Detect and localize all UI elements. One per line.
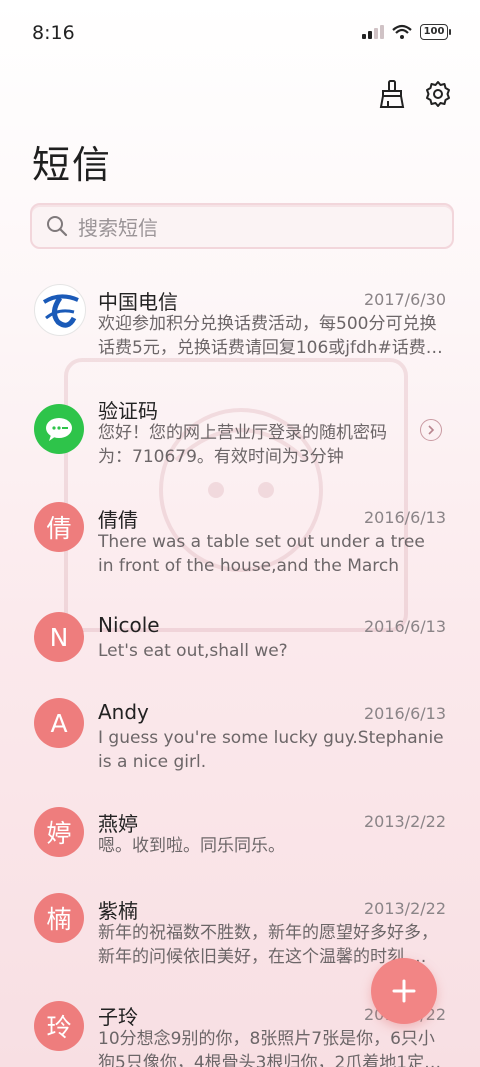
message-date: 2017/6/30 (363, 290, 446, 309)
sender-name: Nicole (98, 613, 160, 637)
avatar: 婷 (34, 807, 84, 857)
avatar: A (34, 698, 84, 748)
avatar: 倩 (34, 502, 84, 552)
message-preview: Let's eat out,shall we? (98, 641, 288, 661)
message-preview: 嗯。收到啦。同乐同乐。 (98, 836, 285, 856)
gear-icon[interactable] (422, 78, 454, 110)
search-input[interactable]: 搜索短信 (30, 203, 454, 249)
sender-name: 紫楠 (98, 899, 138, 923)
page-title: 短信 (32, 143, 113, 187)
message-preview: I guess you're some lucky guy.Stephanie … (98, 728, 444, 772)
sender-name: 验证码 (98, 399, 158, 423)
sender-name: 倩倩 (98, 508, 138, 532)
status-icons: 100 (362, 24, 451, 40)
top-actions (376, 78, 454, 110)
search-icon (47, 216, 68, 237)
plus-icon (392, 979, 416, 1003)
signal-icon (362, 25, 384, 39)
list-item[interactable]: 倩 倩倩 2016/6/13 There was a table set out… (0, 502, 480, 592)
message-preview: 欢迎参加积分兑换话费活动，每500分可兑换话费5元，兑换话费请回复106或jfd… (98, 314, 443, 358)
broom-icon[interactable] (376, 78, 408, 110)
message-date: 2013/2/22 (363, 812, 446, 831)
battery-icon: 100 (420, 24, 451, 40)
sender-name: 中国电信 (98, 290, 178, 314)
sender-name: Andy (98, 700, 149, 724)
message-preview: There was a table set out under a tree i… (98, 532, 425, 576)
list-item[interactable]: 中国电信 2017/6/30 欢迎参加积分兑换话费活动，每500分可兑换话费5元… (0, 284, 480, 384)
message-date: 2016/6/13 (363, 508, 446, 527)
new-message-button[interactable] (371, 958, 437, 1024)
status-time: 8:16 (32, 22, 75, 44)
avatar: N (34, 612, 84, 662)
avatar: 楠 (34, 893, 84, 943)
status-bar: 8:16 100 (0, 0, 480, 66)
sender-name: 燕婷 (98, 812, 138, 836)
list-item[interactable]: N Nicole 2016/6/13 Let's eat out,shall w… (0, 612, 480, 682)
background-illustration (64, 358, 408, 632)
list-item[interactable]: A Andy 2016/6/13 I guess you're some luc… (0, 698, 480, 788)
message-date: 2016/6/13 (363, 704, 446, 723)
chevron-right-icon[interactable] (420, 419, 442, 441)
list-item[interactable]: 验证码 您好！您的网上营业厅登录的随机密码为：710679。有效时间为3分钟 (0, 395, 480, 475)
avatar: 玲 (34, 1001, 84, 1051)
search-placeholder: 搜索短信 (78, 215, 158, 240)
message-date: 2016/6/13 (363, 617, 446, 636)
wifi-icon (392, 24, 412, 39)
telecom-logo-icon (34, 284, 86, 336)
list-item[interactable]: 婷 燕婷 2013/2/22 嗯。收到啦。同乐同乐。 (0, 807, 480, 877)
message-date: 2013/2/22 (363, 899, 446, 918)
message-preview: 10分想念9别的你，8张照片7张是你，6只小狗5只像你，4根骨头3根归你，2爪着… (98, 1029, 442, 1067)
message-bubble-icon (34, 404, 84, 454)
message-preview: 您好！您的网上营业厅登录的随机密码为：710679。有效时间为3分钟 (98, 423, 387, 467)
sender-name: 子玲 (98, 1005, 138, 1029)
